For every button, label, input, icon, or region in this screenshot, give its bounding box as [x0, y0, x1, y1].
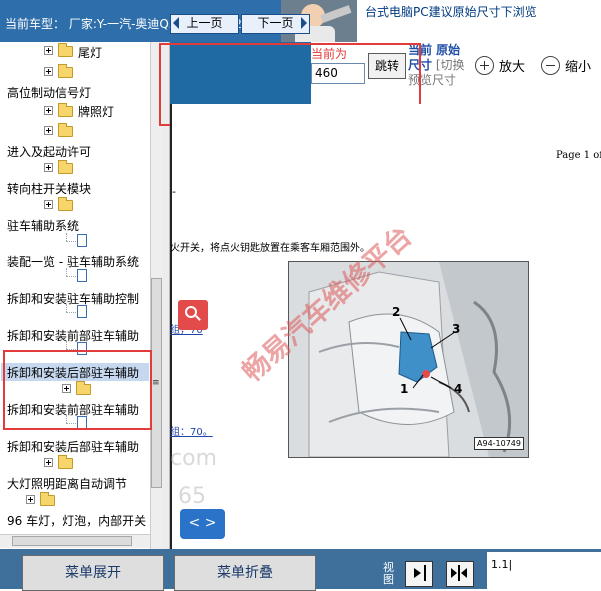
tree-item-label[interactable]: 拆卸和安装驻车辅助控制	[7, 290, 139, 307]
view-double-button[interactable]	[446, 561, 474, 587]
figure-callout: 1	[400, 382, 409, 396]
ad-banner[interactable]: 台式电脑PC建议原始尺寸下浏览	[281, 0, 601, 42]
prev-page-button[interactable]: 上一页	[170, 14, 239, 34]
left-arrow-icon	[173, 17, 179, 29]
search-button[interactable]	[178, 300, 208, 330]
expand-plus-icon[interactable]	[44, 46, 53, 55]
tree-item-label[interactable]: 转向柱开关模块	[7, 180, 91, 197]
expand-plus-icon[interactable]	[44, 126, 53, 135]
folder-icon	[58, 123, 73, 137]
page-arrows-button[interactable]: < >	[180, 509, 225, 539]
expand-plus-icon[interactable]	[44, 67, 53, 76]
folder-icon	[58, 64, 73, 78]
zoom-in-button[interactable]: 放大	[499, 56, 525, 75]
zoom-out-icon[interactable]	[541, 56, 560, 75]
figure-callout: 2	[392, 305, 401, 319]
tree-item-label[interactable]: 牌照灯	[78, 103, 114, 120]
view-single-button[interactable]	[405, 561, 433, 587]
next-page-button[interactable]: 下一页	[241, 14, 310, 34]
expand-plus-icon[interactable]	[44, 106, 53, 115]
figure-label: A94-10749	[474, 437, 524, 450]
watermark-faint: com	[170, 446, 217, 471]
expand-plus-icon[interactable]	[44, 163, 53, 172]
folder-icon	[58, 103, 73, 117]
watermark-faint: 65	[178, 484, 206, 509]
tree-item-label[interactable]: 高位制动信号灯	[7, 84, 91, 101]
figure-callout: 3	[452, 322, 461, 336]
tree-item-label[interactable]: 96 车灯，灯泡，内部开关	[7, 512, 146, 529]
document-body-text: 火开关，将点火钥匙放置在乘客车厢范围外。	[170, 243, 370, 254]
tree-item-label[interactable]: 拆卸和安装前部驻车辅助	[7, 327, 139, 344]
folder-icon	[40, 492, 55, 506]
tree-item-label[interactable]: 拆卸和安装后部驻车辅助	[7, 438, 139, 455]
zoom-in-icon[interactable]	[475, 56, 494, 75]
tree-item-label[interactable]: 尾灯	[78, 44, 102, 61]
tree-item-label[interactable]: 进入及起动许可	[7, 143, 91, 160]
page-of-text: Page 1 of	[556, 150, 601, 161]
right-arrow-icon	[301, 17, 307, 29]
document-link[interactable]: 组：70。	[170, 423, 213, 438]
document-icon	[77, 234, 87, 247]
folder-icon	[58, 43, 73, 57]
tree-item-label[interactable]: 大灯照明距离自动调节	[7, 475, 127, 492]
page-arrow-icon	[451, 565, 467, 581]
folder-icon	[58, 160, 73, 174]
highlight-box-tree	[3, 350, 152, 430]
menu-expand-button[interactable]: 菜单展开	[22, 555, 164, 591]
ad-text: 台式电脑PC建议原始尺寸下浏览	[365, 5, 537, 19]
tree-item-label[interactable]: 驻车辅助系统	[7, 217, 79, 234]
tree-item-label[interactable]: 装配一览 - 驻车辅助系统	[7, 253, 139, 270]
document-icon	[77, 305, 87, 318]
figure-callout: 4	[454, 382, 463, 396]
expand-plus-icon[interactable]	[44, 458, 53, 467]
expand-plus-icon[interactable]	[44, 200, 53, 209]
expand-plus-icon[interactable]	[26, 495, 35, 504]
menu-collapse-button[interactable]: 菜单折叠	[174, 555, 316, 591]
page-arrow-icon	[414, 565, 426, 581]
tree-hscroll-thumb[interactable]	[12, 536, 132, 546]
splitter-grip-icon: ≡	[152, 378, 160, 388]
page-counter: 1.1|	[487, 552, 601, 589]
document-dash: -	[172, 185, 176, 198]
document-icon	[77, 269, 87, 282]
view-label: 视图	[383, 561, 394, 586]
zoom-out-button[interactable]: 缩小	[565, 56, 591, 75]
folder-icon	[58, 455, 73, 469]
folder-icon	[58, 197, 73, 211]
